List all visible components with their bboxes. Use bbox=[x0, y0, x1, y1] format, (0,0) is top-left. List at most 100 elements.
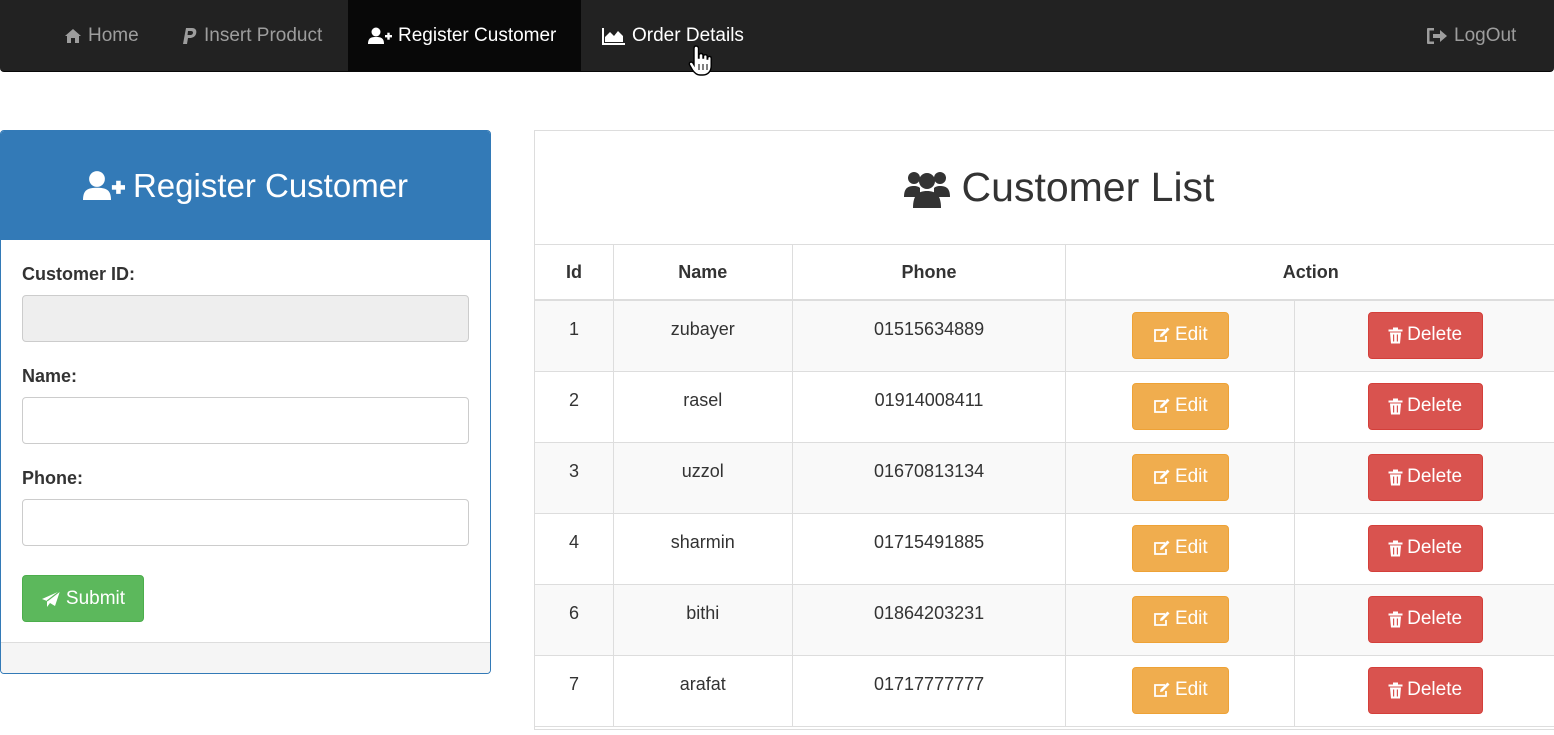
edit-button-label: Edit bbox=[1174, 679, 1208, 700]
logout-icon bbox=[1426, 27, 1448, 45]
header-id: Id bbox=[534, 244, 614, 301]
cell-edit: Edit bbox=[1065, 512, 1296, 585]
phone-label: Phone: bbox=[22, 468, 83, 488]
delete-button[interactable]: Delete bbox=[1367, 453, 1483, 501]
edit-button-label: Edit bbox=[1174, 537, 1208, 558]
table-row: 7 arafat 01717777777 Edit Delete bbox=[534, 654, 1554, 727]
edit-icon bbox=[1153, 611, 1171, 627]
delete-button[interactable]: Delete bbox=[1367, 666, 1483, 714]
top-navbar: Home Insert Product Register Customer Or… bbox=[0, 0, 1554, 72]
table-row: 4 sharmin 01715491885 Edit Delete bbox=[534, 512, 1554, 585]
submit-button-label: Submit bbox=[65, 587, 126, 609]
hand-cursor-icon bbox=[688, 44, 714, 83]
nav-home[interactable]: Home bbox=[48, 0, 155, 71]
cell-id: 6 bbox=[534, 583, 614, 656]
customer-table: Id Name Phone Action 1 zubayer 015156348… bbox=[534, 244, 1554, 727]
users-icon bbox=[903, 167, 950, 209]
delete-button[interactable]: Delete bbox=[1367, 382, 1483, 430]
customer-id-field[interactable] bbox=[22, 295, 469, 342]
table-header-row: Id Name Phone Action bbox=[534, 244, 1554, 301]
table-row: 1 zubayer 01515634889 Edit Delete bbox=[534, 299, 1554, 372]
cell-edit: Edit bbox=[1065, 441, 1296, 514]
edit-button[interactable]: Edit bbox=[1131, 311, 1229, 359]
cell-name: arafat bbox=[612, 654, 793, 727]
cell-name: rasel bbox=[612, 370, 793, 443]
cell-name: sharmin bbox=[612, 512, 793, 585]
edit-icon bbox=[1153, 682, 1171, 698]
cell-phone: 01515634889 bbox=[791, 299, 1067, 372]
trash-icon bbox=[1388, 611, 1403, 628]
table-row: 3 uzzol 01670813134 Edit Delete bbox=[534, 441, 1554, 514]
name-field[interactable] bbox=[22, 397, 469, 444]
edit-button-label: Edit bbox=[1174, 608, 1208, 629]
cell-delete: Delete bbox=[1294, 583, 1554, 656]
customer-id-label: Customer ID: bbox=[22, 264, 136, 284]
submit-button[interactable]: Submit bbox=[22, 575, 144, 622]
cell-phone: 01914008411 bbox=[791, 370, 1067, 443]
edit-button[interactable]: Edit bbox=[1131, 453, 1229, 501]
customer-list-title: Customer List bbox=[961, 164, 1215, 210]
trash-icon bbox=[1388, 327, 1403, 344]
register-panel-footer bbox=[1, 642, 490, 673]
cell-name: bithi bbox=[612, 583, 793, 656]
customer-table-body: 1 zubayer 01515634889 Edit Delete 2 rase… bbox=[534, 299, 1554, 727]
cell-id: 4 bbox=[534, 512, 614, 585]
user-plus-icon bbox=[82, 170, 125, 202]
edit-icon bbox=[1153, 398, 1171, 414]
header-name: Name bbox=[612, 244, 793, 301]
nav-order-details[interactable]: Order Details bbox=[582, 0, 764, 71]
delete-button[interactable]: Delete bbox=[1367, 524, 1483, 572]
edit-icon bbox=[1153, 469, 1171, 485]
home-icon bbox=[64, 28, 82, 44]
area-chart-icon bbox=[602, 27, 626, 45]
edit-icon bbox=[1153, 327, 1171, 343]
delete-button[interactable]: Delete bbox=[1367, 595, 1483, 643]
nav-register-customer[interactable]: Register Customer bbox=[348, 0, 581, 71]
edit-button-label: Edit bbox=[1174, 324, 1208, 346]
edit-button[interactable]: Edit bbox=[1131, 524, 1229, 572]
delete-button-label: Delete bbox=[1407, 537, 1463, 558]
delete-button-label: Delete bbox=[1407, 466, 1463, 487]
name-label: Name: bbox=[22, 366, 78, 386]
trash-icon bbox=[1388, 469, 1403, 486]
cell-name: uzzol bbox=[612, 441, 793, 514]
trash-icon bbox=[1388, 682, 1403, 699]
edit-button-label: Edit bbox=[1174, 466, 1208, 487]
cell-phone: 01670813134 bbox=[791, 441, 1067, 514]
cell-id: 2 bbox=[534, 370, 614, 443]
register-customer-panel: Register Customer Customer ID: Name: Pho… bbox=[0, 130, 491, 674]
paypal-icon bbox=[182, 27, 198, 45]
cell-phone: 01864203231 bbox=[791, 583, 1067, 656]
cell-id: 7 bbox=[534, 654, 614, 727]
nav-logout[interactable]: LogOut bbox=[1410, 0, 1532, 71]
edit-button-label: Edit bbox=[1174, 395, 1208, 416]
register-panel-title: Register Customer bbox=[132, 166, 409, 204]
delete-button[interactable]: Delete bbox=[1367, 311, 1483, 359]
table-row: 6 bithi 01864203231 Edit Delete bbox=[534, 583, 1554, 656]
table-row: 2 rasel 01914008411 Edit Delete bbox=[534, 370, 1554, 443]
delete-button-label: Delete bbox=[1407, 679, 1463, 700]
nav-insert-product[interactable]: Insert Product bbox=[166, 0, 338, 71]
delete-button-label: Delete bbox=[1407, 324, 1463, 346]
edit-icon bbox=[1153, 540, 1171, 556]
cell-name: zubayer bbox=[612, 299, 793, 372]
cell-delete: Delete bbox=[1294, 512, 1554, 585]
cell-id: 1 bbox=[534, 299, 614, 372]
nav-insert-product-label: Insert Product bbox=[204, 24, 323, 46]
customer-list-card: Customer List Id Name Phone Action 1 zub… bbox=[534, 130, 1554, 730]
edit-button[interactable]: Edit bbox=[1131, 382, 1229, 430]
edit-button[interactable]: Edit bbox=[1131, 666, 1229, 714]
nav-register-customer-label: Register Customer bbox=[398, 24, 557, 46]
cell-phone: 01715491885 bbox=[791, 512, 1067, 585]
paper-plane-icon bbox=[41, 590, 61, 608]
cell-delete: Delete bbox=[1294, 654, 1554, 727]
nav-home-label: Home bbox=[88, 24, 139, 46]
delete-button-label: Delete bbox=[1407, 395, 1463, 416]
nav-logout-label: LogOut bbox=[1454, 24, 1517, 46]
register-form: Customer ID: Name: Phone: bbox=[1, 264, 490, 546]
phone-field[interactable] bbox=[22, 499, 469, 546]
delete-button-label: Delete bbox=[1407, 608, 1463, 629]
edit-button[interactable]: Edit bbox=[1131, 595, 1229, 643]
user-plus-icon bbox=[368, 27, 392, 45]
header-phone: Phone bbox=[791, 244, 1067, 301]
